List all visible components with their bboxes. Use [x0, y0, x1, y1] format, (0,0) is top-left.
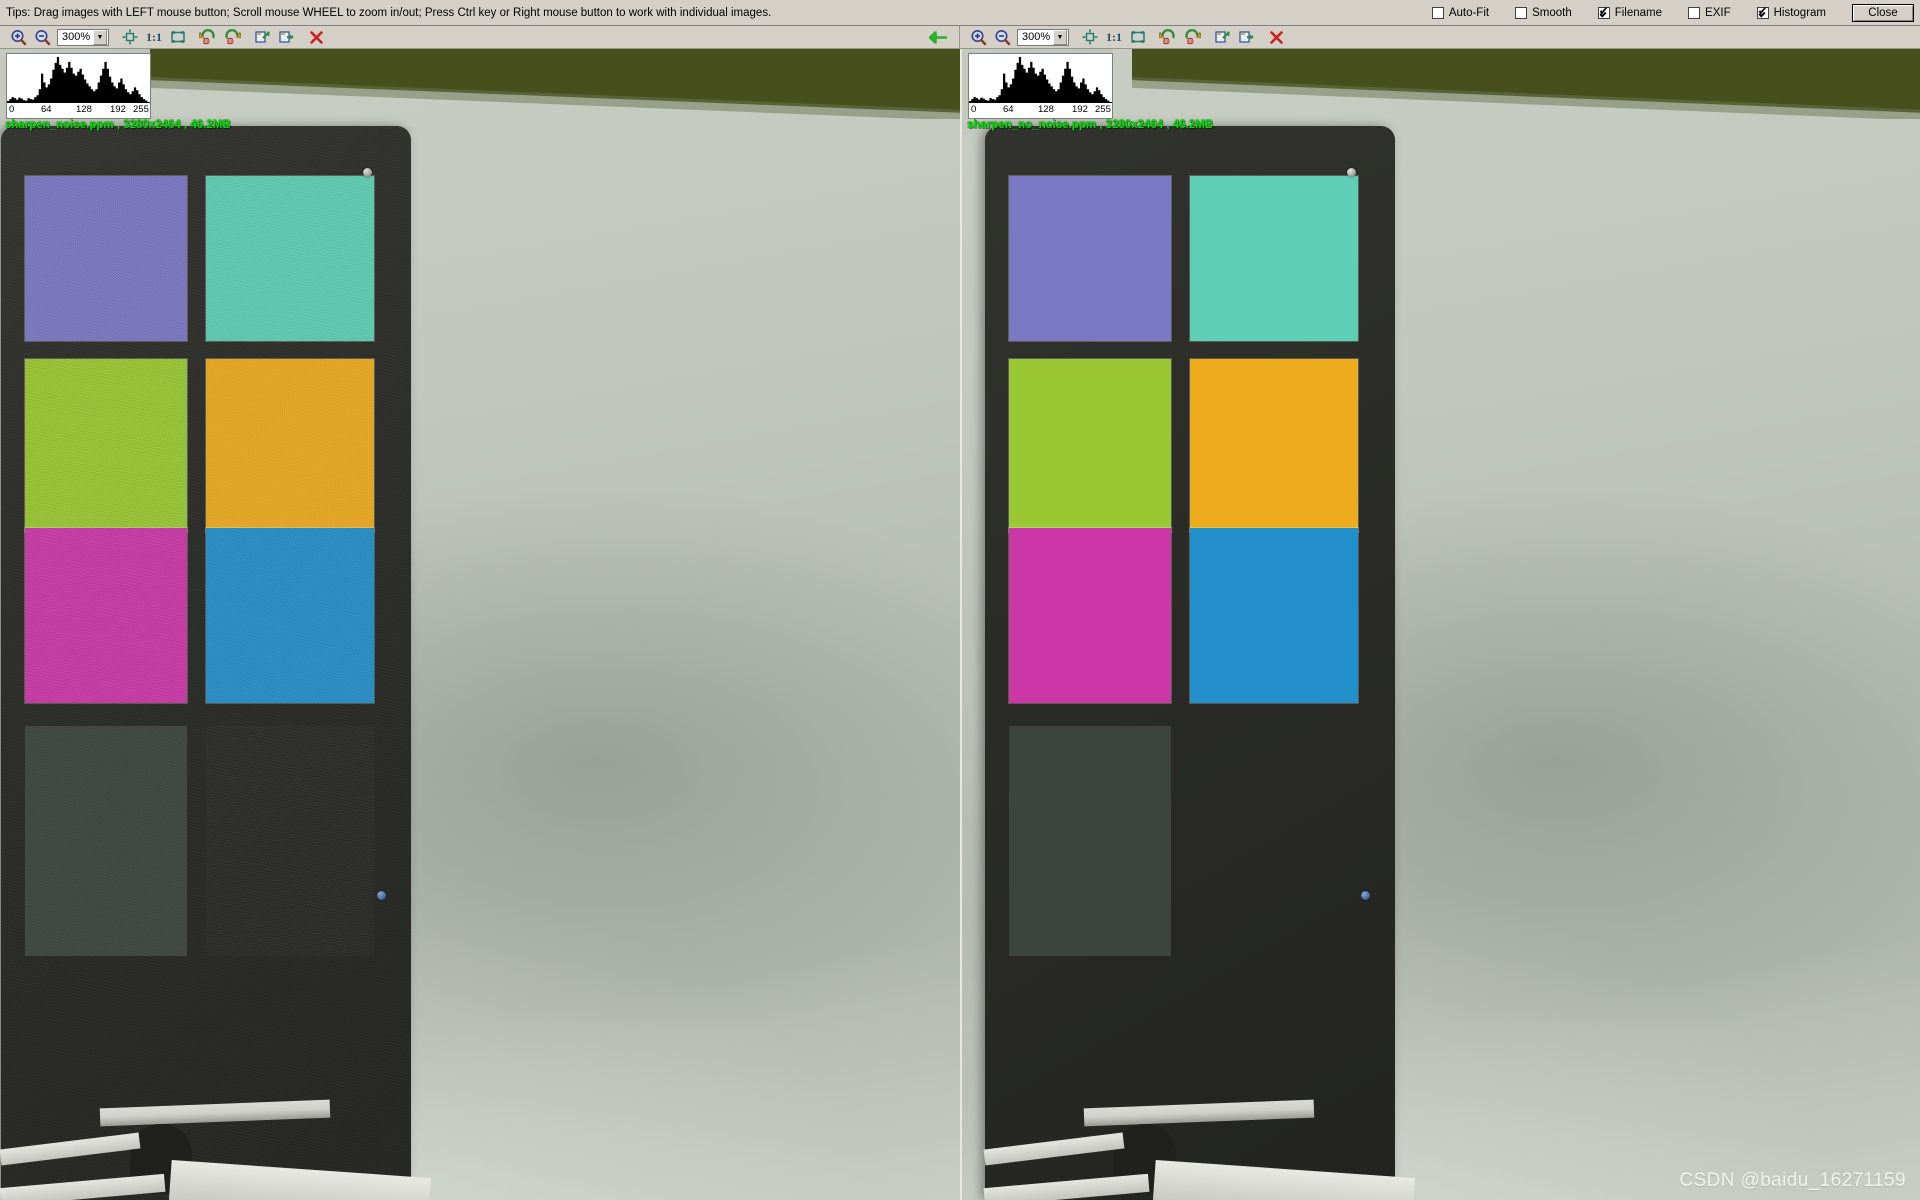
patch-purple [1009, 176, 1171, 341]
histogram-axis-right: 0 64 128 192 255 [969, 102, 1112, 118]
fit-to-window-icon[interactable] [118, 27, 142, 48]
smooth-label: Smooth [1532, 6, 1572, 19]
chevron-down-icon[interactable]: ▼ [1053, 29, 1067, 45]
chart-screw-icon [1361, 891, 1370, 900]
histogram-panel-left: 0 64 128 192 255 [6, 53, 151, 119]
checkbox-histogram[interactable]: Histogram [1756, 5, 1826, 19]
checkbox-filename[interactable]: Filename [1597, 5, 1663, 19]
image-panel-right[interactable]: 0 64 128 192 255 sharpen_no_noise.ppm , … [960, 49, 1920, 1200]
view-options-group: Auto-Fit Smooth Filename EXIF Histogram … [1431, 0, 1920, 26]
hist-tick-128: 128 [76, 104, 92, 115]
hist-tick-192: 192 [1072, 104, 1088, 115]
histogram-checkbox-icon[interactable] [1756, 5, 1769, 19]
patch-teal [1190, 176, 1358, 341]
patch-black [1190, 726, 1358, 956]
histogram-plot-left [7, 57, 150, 104]
actual-size-button[interactable]: 1:1 [1102, 30, 1126, 45]
rotate-left-icon[interactable]: 90 [196, 27, 220, 48]
back-arrow-icon[interactable] [925, 27, 951, 48]
hist-tick-255: 255 [133, 104, 149, 115]
toolbar-left: 300% ▼ 1:1 90 90 [0, 26, 960, 49]
zoom-out-icon[interactable] [990, 27, 1014, 48]
hist-tick-0: 0 [9, 104, 15, 115]
flip-horizontal-icon[interactable] [1234, 27, 1258, 48]
flip-vertical-icon[interactable] [1210, 27, 1234, 48]
smooth-checkbox-icon[interactable] [1515, 6, 1528, 19]
patch-gray [1009, 726, 1171, 956]
exif-checkbox-icon[interactable] [1688, 6, 1701, 19]
toolbar-right: 300% ▼ 1:1 90 90 [960, 26, 1920, 49]
checkbox-exif[interactable]: EXIF [1688, 6, 1731, 19]
hist-tick-192: 192 [110, 104, 126, 115]
patch-yellowgreen [1009, 359, 1171, 532]
full-screen-icon[interactable] [166, 27, 190, 48]
patch-blue [1190, 528, 1358, 703]
full-screen-icon[interactable] [1126, 27, 1150, 48]
patch-teal [206, 176, 374, 341]
tips-text: Tips: Drag images with LEFT mouse button… [6, 6, 772, 19]
zoom-out-icon[interactable] [30, 27, 54, 48]
svg-text:90: 90 [1164, 39, 1170, 45]
close-button[interactable]: Close [1852, 3, 1914, 22]
flip-horizontal-icon[interactable] [274, 27, 298, 48]
patch-orange [1190, 359, 1358, 532]
patch-gray [25, 726, 187, 956]
histogram-label: Histogram [1773, 6, 1826, 19]
filename-checkbox-icon[interactable] [1597, 5, 1610, 19]
hist-tick-255: 255 [1095, 104, 1111, 115]
image-panel-left[interactable]: 0 64 128 192 255 sharpen_noise.ppm , 328… [0, 49, 960, 1200]
svg-text:90: 90 [1188, 39, 1194, 45]
chevron-down-icon[interactable]: ▼ [93, 29, 107, 45]
hist-tick-64: 64 [1003, 104, 1014, 115]
checkbox-auto-fit[interactable]: Auto-Fit [1431, 6, 1490, 19]
zoom-level-value: 300% [62, 31, 91, 43]
auto-fit-label: Auto-Fit [1448, 6, 1490, 19]
hist-tick-64: 64 [41, 104, 52, 115]
photo-scene-right [962, 49, 1920, 1200]
patch-magenta [25, 528, 187, 703]
chart-screw-icon [363, 168, 372, 177]
chart-screw-icon [377, 891, 386, 900]
tips-bar: Tips: Drag images with LEFT mouse button… [0, 0, 1920, 26]
patch-purple [25, 176, 187, 341]
zoom-level-combobox[interactable]: 300% ▼ [1017, 28, 1069, 46]
image-compare-panels: 0 64 128 192 255 sharpen_noise.ppm , 328… [0, 49, 1920, 1200]
exif-label: EXIF [1705, 6, 1731, 19]
filename-overlay-left: sharpen_noise.ppm , 3280x2464 , 46.2MB [5, 119, 231, 131]
zoom-level-value: 300% [1022, 31, 1051, 43]
chart-screw-icon [1347, 168, 1356, 177]
color-checker-card [985, 126, 1395, 1200]
watermark-text: CSDN @baidu_16271159 [1679, 1170, 1906, 1191]
zoom-in-icon[interactable] [966, 27, 990, 48]
svg-text:90: 90 [228, 39, 234, 45]
rotate-right-icon[interactable]: 90 [1180, 27, 1204, 48]
filename-overlay-right: sharpen_no_noise.ppm , 3280x2464 , 46.2M… [967, 119, 1214, 131]
histogram-plot-right [969, 57, 1112, 104]
zoom-in-icon[interactable] [6, 27, 30, 48]
filename-label: Filename [1614, 6, 1663, 19]
histogram-panel-right: 0 64 128 192 255 [968, 53, 1113, 119]
toolbar-row: 300% ▼ 1:1 90 90 300% ▼ 1:1 90 90 [0, 26, 1920, 49]
histogram-axis-left: 0 64 128 192 255 [7, 102, 150, 118]
fit-to-window-icon[interactable] [1078, 27, 1102, 48]
rotate-right-icon[interactable]: 90 [220, 27, 244, 48]
patch-magenta [1009, 528, 1171, 703]
rotate-left-icon[interactable]: 90 [1156, 27, 1180, 48]
hist-tick-0: 0 [971, 104, 977, 115]
zoom-level-combobox[interactable]: 300% ▼ [57, 28, 109, 46]
actual-size-button[interactable]: 1:1 [142, 30, 166, 45]
patch-blue [206, 528, 374, 703]
patch-yellowgreen [25, 359, 187, 532]
checkbox-smooth[interactable]: Smooth [1515, 6, 1572, 19]
flip-vertical-icon[interactable] [250, 27, 274, 48]
delete-icon[interactable] [1264, 27, 1288, 48]
patch-orange [206, 359, 374, 532]
photo-scene-left [0, 49, 960, 1200]
hist-tick-128: 128 [1038, 104, 1054, 115]
delete-icon[interactable] [304, 27, 328, 48]
svg-text:90: 90 [204, 39, 210, 45]
auto-fit-checkbox-icon[interactable] [1431, 6, 1444, 19]
color-checker-card [1, 126, 411, 1200]
patch-black [206, 726, 374, 956]
